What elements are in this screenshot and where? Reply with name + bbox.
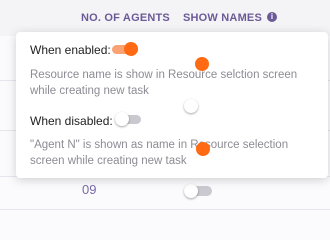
disabled-label: When disabled: bbox=[30, 114, 113, 128]
enabled-description: Resource name is show in Resource selcti… bbox=[30, 69, 298, 97]
show-names-tooltip: When enabled: Resource name is show in R… bbox=[16, 32, 328, 178]
show-names-toggle[interactable] bbox=[184, 184, 212, 198]
agents-count: 09 bbox=[82, 182, 97, 197]
enabled-label: When enabled: bbox=[30, 43, 111, 57]
column-header-show-names: SHOW NAMES bbox=[183, 12, 262, 24]
row-divider bbox=[0, 209, 330, 210]
example-toggle-off bbox=[115, 112, 141, 126]
show-names-toggle[interactable] bbox=[192, 57, 210, 71]
disabled-description: "Agent N" is shown as name in Resource s… bbox=[30, 139, 289, 167]
show-names-toggle[interactable] bbox=[196, 142, 212, 156]
column-header-agents: NO. OF AGENTS bbox=[81, 12, 170, 24]
info-icon[interactable]: i bbox=[267, 12, 277, 22]
show-names-toggle[interactable] bbox=[183, 99, 201, 113]
example-toggle-on bbox=[112, 42, 138, 56]
